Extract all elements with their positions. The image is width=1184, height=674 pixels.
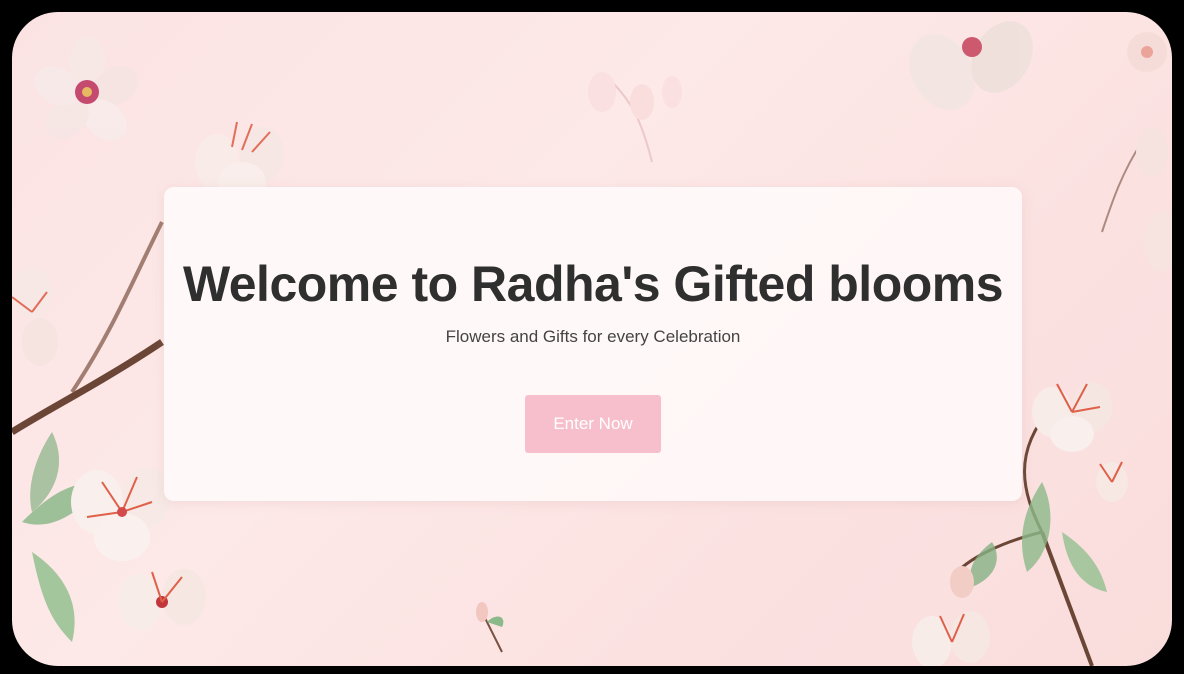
welcome-card: Welcome to Radha's Gifted blooms Flowers…	[164, 187, 1022, 501]
landing-page: Welcome to Radha's Gifted blooms Flowers…	[12, 12, 1172, 666]
page-subtitle: Flowers and Gifts for every Celebration	[445, 327, 741, 346]
screen-frame: Welcome to Radha's Gifted blooms Flowers…	[8, 8, 1176, 670]
enter-now-button[interactable]: Enter Now	[525, 395, 661, 453]
page-title: Welcome to Radha's Gifted blooms	[182, 256, 1004, 312]
